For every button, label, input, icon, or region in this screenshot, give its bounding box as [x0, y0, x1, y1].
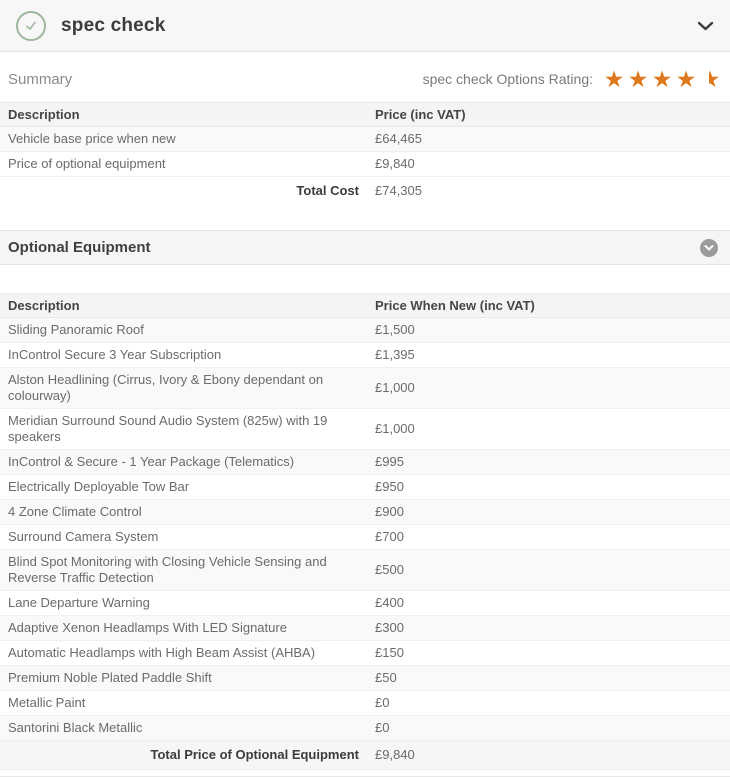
- description-cell: Metallic Paint: [0, 691, 367, 716]
- description-cell: Electrically Deployable Tow Bar: [0, 475, 367, 500]
- table-row: Price of optional equipment £9,840: [0, 152, 730, 177]
- description-cell: InControl & Secure - 1 Year Package (Tel…: [0, 450, 367, 475]
- price-cell: £1,000: [367, 409, 730, 450]
- description-cell: Lane Departure Warning: [0, 591, 367, 616]
- description-cell: Vehicle base price when new: [0, 127, 367, 152]
- price-cell: £950: [367, 475, 730, 500]
- price-cell: £1,395: [367, 343, 730, 368]
- table-row: Alston Headlining (Cirrus, Ivory & Ebony…: [0, 368, 730, 409]
- check-circle-icon: [16, 11, 46, 41]
- summary-header-row: Summary spec check Options Rating: ★★★★★: [0, 52, 730, 102]
- chevron-down-icon[interactable]: [697, 20, 714, 32]
- oe-table-header-row: Description Price When New (inc VAT): [0, 294, 730, 318]
- table-row: Meridian Surround Sound Audio System (82…: [0, 409, 730, 450]
- total-row: Total Price of Optional Equipment £9,840: [0, 741, 730, 770]
- price-cell: £0: [367, 691, 730, 716]
- description-cell: Surround Camera System: [0, 525, 367, 550]
- description-cell: Price of optional equipment: [0, 152, 367, 177]
- price-cell: £150: [367, 641, 730, 666]
- description-cell: Adaptive Xenon Headlamps With LED Signat…: [0, 616, 367, 641]
- spec-check-header[interactable]: spec check: [0, 0, 730, 52]
- price-cell: £300: [367, 616, 730, 641]
- price-cell: £700: [367, 525, 730, 550]
- description-cell: Meridian Surround Sound Audio System (82…: [0, 409, 367, 450]
- price-cell: £64,465: [367, 127, 730, 152]
- description-cell: InControl Secure 3 Year Subscription: [0, 343, 367, 368]
- star-icon: ★: [650, 69, 674, 89]
- optional-equipment-section-header[interactable]: Optional Equipment: [0, 230, 730, 265]
- table-row: 4 Zone Climate Control £900: [0, 500, 730, 525]
- table-row: Automatic Headlamps with High Beam Assis…: [0, 641, 730, 666]
- price-cell: £400: [367, 591, 730, 616]
- page-title: spec check: [61, 15, 165, 37]
- table-row: Electrically Deployable Tow Bar £950: [0, 475, 730, 500]
- star-half-icon: ★: [698, 69, 722, 89]
- table-row: Vehicle base price when new £64,465: [0, 127, 730, 152]
- total-cost-label: Total Cost: [0, 177, 367, 206]
- price-cell: £50: [367, 666, 730, 691]
- table-row: Sliding Panoramic Roof £1,500: [0, 318, 730, 343]
- table-row: InControl & Secure - 1 Year Package (Tel…: [0, 450, 730, 475]
- column-header-description: Description: [0, 103, 367, 127]
- star-icon: ★: [602, 69, 626, 89]
- description-cell: Premium Noble Plated Paddle Shift: [0, 666, 367, 691]
- price-cell: £0: [367, 716, 730, 741]
- table-row: Santorini Black Metallic £0: [0, 716, 730, 741]
- price-cell: £9,840: [367, 152, 730, 177]
- summary-table: Description Price (inc VAT) Vehicle base…: [0, 102, 730, 205]
- table-row: Blind Spot Monitoring with Closing Vehic…: [0, 550, 730, 591]
- total-cost-value: £74,305: [367, 177, 730, 206]
- description-cell: Automatic Headlamps with High Beam Assis…: [0, 641, 367, 666]
- column-header-description: Description: [0, 294, 367, 318]
- price-cell: £1,000: [367, 368, 730, 409]
- optional-equipment-title: Optional Equipment: [8, 239, 151, 256]
- description-cell: Blind Spot Monitoring with Closing Vehic…: [0, 550, 367, 591]
- table-row: Metallic Paint £0: [0, 691, 730, 716]
- description-cell: 4 Zone Climate Control: [0, 500, 367, 525]
- optional-equipment-table: Description Price When New (inc VAT) Sli…: [0, 293, 730, 770]
- summary-table-body: Vehicle base price when new £64,465 Pric…: [0, 127, 730, 177]
- price-cell: £995: [367, 450, 730, 475]
- price-cell: £1,500: [367, 318, 730, 343]
- description-cell: Santorini Black Metallic: [0, 716, 367, 741]
- options-rating: spec check Options Rating: ★★★★★: [423, 69, 722, 89]
- table-row: InControl Secure 3 Year Subscription £1,…: [0, 343, 730, 368]
- table-row: Premium Noble Plated Paddle Shift £50: [0, 666, 730, 691]
- table-row: Lane Departure Warning £400: [0, 591, 730, 616]
- summary-heading: Summary: [8, 71, 72, 88]
- total-row: Total Cost £74,305: [0, 177, 730, 206]
- summary-table-header-row: Description Price (inc VAT): [0, 103, 730, 127]
- star-icon: ★: [626, 69, 650, 89]
- table-row: Adaptive Xenon Headlamps With LED Signat…: [0, 616, 730, 641]
- star-rating: ★★★★★: [602, 69, 722, 89]
- chevron-circle-down-icon[interactable]: [700, 239, 718, 257]
- total-optional-equipment-label: Total Price of Optional Equipment: [0, 741, 367, 770]
- description-cell: Sliding Panoramic Roof: [0, 318, 367, 343]
- oe-table-body: Sliding Panoramic Roof £1,500 InControl …: [0, 318, 730, 741]
- star-icon: ★: [674, 69, 698, 89]
- price-cell: £500: [367, 550, 730, 591]
- table-row: Surround Camera System £700: [0, 525, 730, 550]
- column-header-price: Price (inc VAT): [367, 103, 730, 127]
- column-header-price-when-new: Price When New (inc VAT): [367, 294, 730, 318]
- description-cell: Alston Headlining (Cirrus, Ivory & Ebony…: [0, 368, 367, 409]
- rating-label: spec check Options Rating:: [423, 71, 593, 87]
- total-optional-equipment-value: £9,840: [367, 741, 730, 770]
- price-cell: £900: [367, 500, 730, 525]
